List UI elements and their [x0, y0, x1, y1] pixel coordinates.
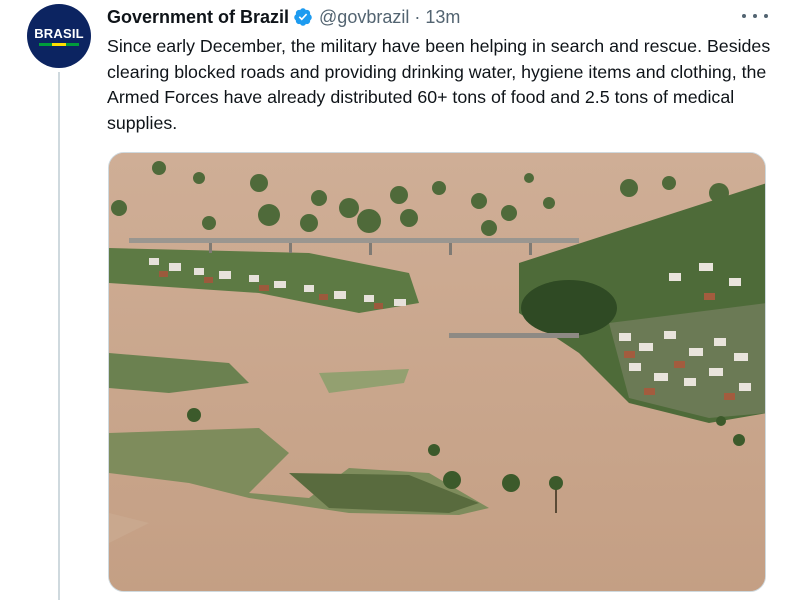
account-name[interactable]: Government of Brazil	[107, 7, 289, 28]
aerial-flood-photo-icon	[109, 153, 765, 591]
verified-badge-icon	[293, 7, 313, 27]
tweet-timestamp[interactable]: 13m	[425, 7, 460, 28]
thread-line	[58, 72, 60, 600]
avatar[interactable]: BRASIL	[27, 4, 91, 68]
more-options-icon[interactable]	[742, 6, 768, 26]
tweet-header: Government of Brazil @govbrazil · 13m	[107, 4, 460, 30]
avatar-label: BRASIL	[34, 26, 84, 41]
avatar-flag-stripe	[39, 43, 79, 46]
account-handle[interactable]: @govbrazil	[319, 7, 409, 28]
tweet-media-photo[interactable]	[108, 152, 766, 592]
tweet-text: Since early December, the military have …	[107, 36, 771, 133]
separator-dot: ·	[414, 6, 421, 27]
